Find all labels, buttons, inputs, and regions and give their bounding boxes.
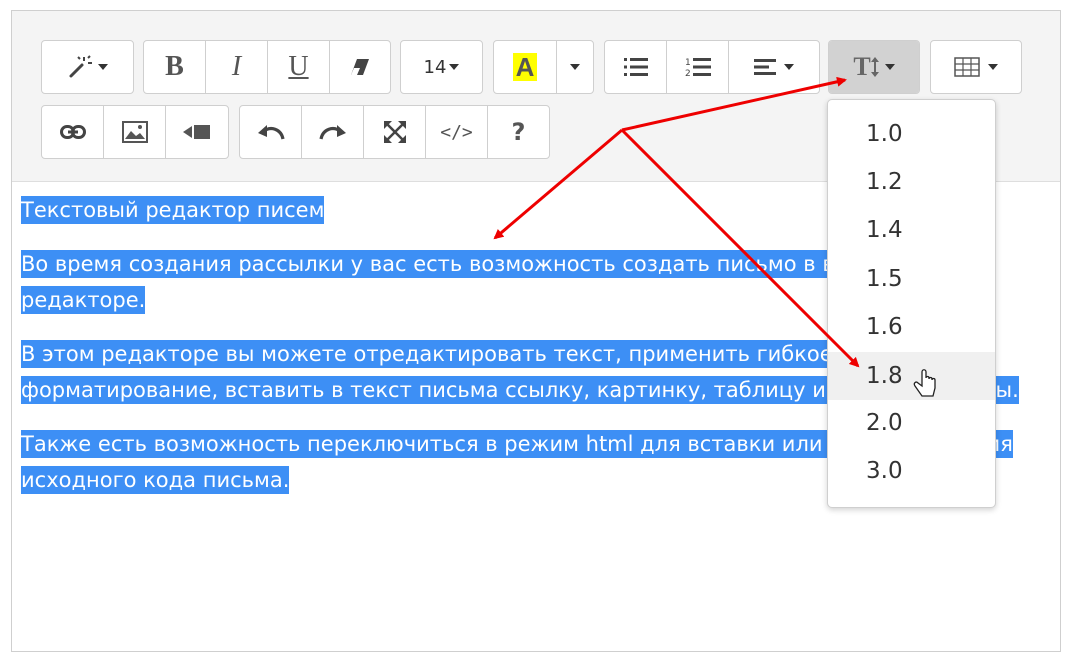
line-height-option-hovered[interactable]: 1.8 bbox=[828, 352, 995, 400]
help-icon: ? bbox=[511, 118, 526, 146]
magic-wand-icon bbox=[67, 54, 93, 80]
clear-format-button[interactable] bbox=[330, 41, 390, 93]
eraser-icon bbox=[349, 57, 371, 77]
line-height-option[interactable]: 1.6 bbox=[828, 303, 995, 351]
line-height-option[interactable]: 1.5 bbox=[828, 255, 995, 303]
help-button[interactable]: ? bbox=[488, 106, 549, 158]
bold-button[interactable]: B bbox=[144, 41, 206, 93]
vertical-arrows-icon bbox=[870, 56, 879, 78]
italic-icon: I bbox=[231, 51, 242, 82]
chevron-down-icon bbox=[884, 64, 895, 70]
actions-group: </> ? bbox=[239, 105, 550, 159]
line-height-group: T bbox=[828, 40, 920, 94]
code-icon: </> bbox=[440, 121, 473, 143]
paragraph-group: 1 2 bbox=[604, 40, 820, 94]
line-height-dropdown: 1.0 1.2 1.4 1.5 1.6 1.8 2.0 3.0 bbox=[827, 99, 996, 508]
numbered-list-icon: 1 2 bbox=[685, 56, 711, 78]
redo-icon bbox=[318, 123, 347, 141]
image-icon bbox=[121, 121, 148, 143]
style-group bbox=[41, 40, 134, 94]
svg-text:2: 2 bbox=[685, 69, 691, 78]
line-height-option[interactable]: 2.0 bbox=[828, 399, 995, 447]
video-icon bbox=[183, 124, 211, 140]
numbered-list-button[interactable]: 1 2 bbox=[667, 41, 729, 93]
chevron-down-icon bbox=[784, 64, 794, 70]
font-size-value: 14 bbox=[423, 56, 447, 78]
image-button[interactable] bbox=[104, 106, 166, 158]
undo-button[interactable] bbox=[240, 106, 302, 158]
video-button[interactable] bbox=[166, 106, 228, 158]
svg-text:1: 1 bbox=[685, 58, 691, 68]
bold-icon: B bbox=[165, 51, 184, 82]
format-group: B I U bbox=[143, 40, 391, 94]
line-height-option[interactable]: 3.0 bbox=[828, 447, 995, 495]
highlight-icon: A bbox=[513, 53, 537, 81]
italic-button[interactable]: I bbox=[206, 41, 268, 93]
fullscreen-icon bbox=[383, 121, 406, 143]
line-height-option[interactable]: 1.0 bbox=[828, 110, 995, 158]
line-height-dropdown-button[interactable]: T bbox=[829, 41, 919, 93]
line-height-option[interactable]: 1.2 bbox=[828, 158, 995, 206]
line-height-icon: T bbox=[853, 52, 871, 81]
style-dropdown-button[interactable] bbox=[42, 41, 133, 93]
link-icon bbox=[59, 125, 86, 139]
bullet-list-button[interactable] bbox=[605, 41, 667, 93]
color-dropdown-button[interactable] bbox=[557, 41, 593, 93]
fullscreen-button[interactable] bbox=[364, 106, 426, 158]
undo-icon bbox=[257, 123, 285, 141]
highlight-color-button[interactable]: A bbox=[494, 41, 557, 93]
table-icon bbox=[954, 57, 980, 77]
font-size-group: 14 bbox=[400, 40, 483, 94]
align-icon bbox=[754, 58, 776, 76]
chevron-down-icon bbox=[449, 64, 460, 70]
highlight-letter: A bbox=[515, 52, 535, 82]
insert-group bbox=[41, 105, 229, 159]
color-group: A bbox=[493, 40, 594, 94]
chevron-down-icon bbox=[570, 64, 580, 70]
underline-icon: U bbox=[288, 51, 309, 82]
bullet-list-icon bbox=[623, 57, 648, 77]
underline-button[interactable]: U bbox=[268, 41, 330, 93]
link-button[interactable] bbox=[42, 106, 104, 158]
selected-text: Во время создания рассылки у вас есть во… bbox=[21, 250, 954, 314]
line-height-option[interactable]: 1.4 bbox=[828, 206, 995, 254]
chevron-down-icon bbox=[98, 64, 108, 70]
table-group bbox=[930, 40, 1022, 94]
align-dropdown-button[interactable] bbox=[729, 41, 819, 93]
redo-button[interactable] bbox=[302, 106, 364, 158]
chevron-down-icon bbox=[988, 64, 998, 70]
table-dropdown-button[interactable] bbox=[931, 41, 1021, 93]
selected-text: Текстовый редактор писем bbox=[21, 196, 325, 224]
code-view-button[interactable]: </> bbox=[426, 106, 488, 158]
font-size-dropdown[interactable]: 14 bbox=[401, 41, 482, 93]
